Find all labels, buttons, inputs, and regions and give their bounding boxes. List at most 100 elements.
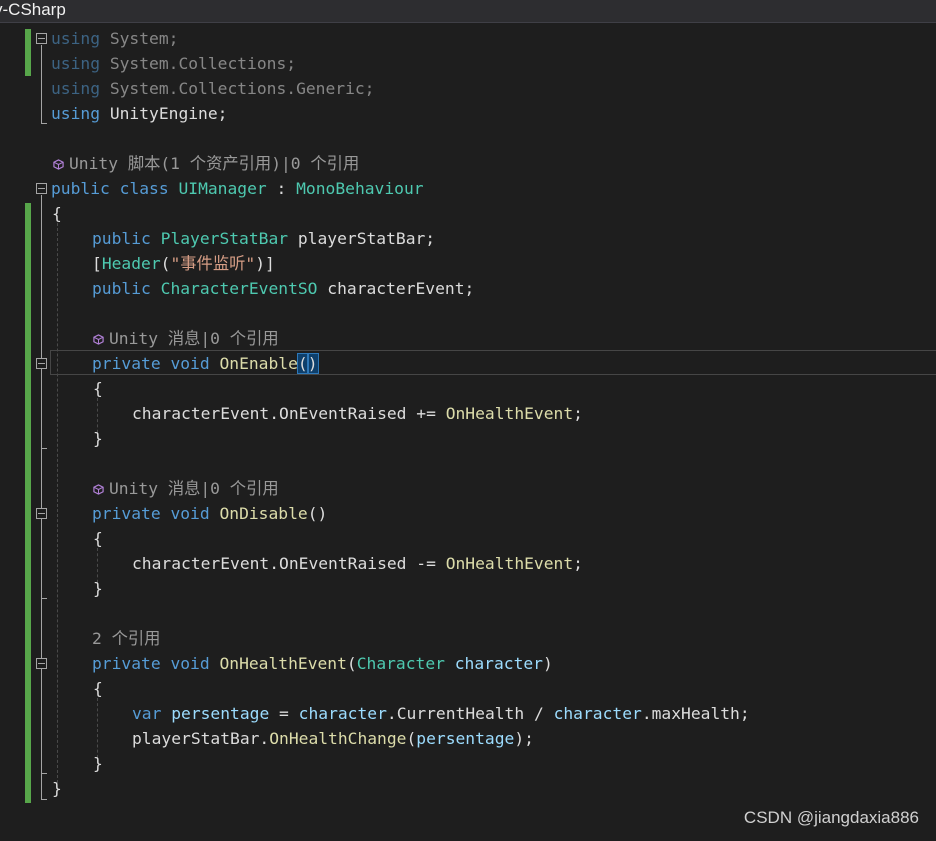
- token-keyword: public: [51, 179, 110, 198]
- token-parameter: character: [444, 654, 543, 673]
- token-keyword: void: [170, 654, 210, 673]
- token-string: "事件监听": [170, 254, 256, 273]
- token-keyword: var: [132, 704, 162, 723]
- code-line: }: [93, 751, 103, 776]
- csdn-watermark: CSDN @jiangdaxia886: [743, 808, 919, 827]
- token-keyword: private: [92, 654, 161, 673]
- token-type: CharacterEventSO: [160, 279, 318, 298]
- token-brace: }: [93, 754, 103, 773]
- code-line: private void OnEnable(): [92, 351, 319, 376]
- token-brace: }: [93, 579, 103, 598]
- token-keyword: private: [92, 504, 161, 523]
- token-keyword: using: [51, 29, 101, 48]
- codelens-text: Unity 消息|0 个引用: [109, 329, 279, 348]
- token-operator: -=: [406, 554, 446, 573]
- token-keyword: using: [51, 104, 101, 123]
- token-identifier: playerStatBar;: [288, 229, 436, 248]
- fold-guide-end: [41, 598, 47, 599]
- code-line: public PlayerStatBar playerStatBar;: [92, 226, 435, 251]
- token-punct: (): [307, 504, 328, 523]
- token-identifier: characterEvent;: [317, 279, 475, 298]
- fold-guide-line: [41, 45, 42, 123]
- token-keyword: using: [51, 79, 101, 98]
- token-type: PlayerStatBar: [160, 229, 289, 248]
- code-editor[interactable]: using System; using System.Collections; …: [0, 23, 936, 841]
- code-line: characterEvent.OnEventRaised += OnHealth…: [132, 401, 583, 426]
- code-line: using System;: [51, 26, 178, 51]
- token-punct: [: [92, 254, 102, 273]
- code-line: {: [52, 201, 62, 226]
- token-event: OnEventRaised: [279, 404, 407, 423]
- collapse-onenable-button[interactable]: [36, 358, 47, 369]
- token-namespace: System;: [109, 29, 179, 48]
- token-brace: {: [52, 204, 62, 223]
- token-punct: ;: [573, 404, 583, 423]
- token-local: persentage: [416, 729, 515, 748]
- token-punct: :: [266, 179, 297, 198]
- token-namespace: UnityEngine;: [109, 104, 228, 123]
- token-punct: (: [160, 254, 171, 273]
- code-line: }: [52, 776, 62, 801]
- token-keyword: private: [92, 354, 161, 373]
- token-method: OnEnable: [219, 354, 298, 373]
- token-punct: ): [542, 654, 553, 673]
- unity-cube-icon: [93, 334, 104, 345]
- collapse-class-button[interactable]: [36, 183, 47, 194]
- code-line: using System.Collections.Generic;: [51, 76, 375, 101]
- codelens-onhealthevent[interactable]: 2 个引用: [92, 626, 160, 651]
- token-punct: (: [406, 729, 417, 748]
- code-line: playerStatBar.OnHealthChange(persentage)…: [132, 726, 534, 751]
- codelens-text: Unity 消息|0 个引用: [109, 479, 279, 498]
- token-brace: }: [93, 429, 103, 448]
- code-line: using System.Collections;: [51, 51, 296, 76]
- code-line: [Header("事件监听")]: [92, 251, 275, 276]
- fold-guide-line: [41, 670, 42, 773]
- code-line: var persentage = character.CurrentHealth…: [132, 701, 750, 726]
- code-line: {: [93, 376, 103, 401]
- token-brace: {: [93, 379, 103, 398]
- token-identifier: playerStatBar.: [132, 729, 270, 748]
- codelens-text: 2 个引用: [92, 629, 161, 648]
- codelens-ondisable[interactable]: Unity 消息|0 个引用: [93, 476, 279, 501]
- fold-guide-line: [41, 370, 42, 448]
- token-paren-highlight: (: [296, 353, 309, 374]
- token-keyword: using: [51, 54, 101, 73]
- code-line: public class UIManager : MonoBehaviour: [51, 176, 424, 201]
- collapse-usings-button[interactable]: [36, 33, 47, 44]
- token-punct: ]: [265, 254, 275, 273]
- token-operator: =: [269, 704, 299, 723]
- token-method: OnHealthEvent: [445, 404, 574, 423]
- token-parameter: character: [553, 704, 642, 723]
- codelens-class[interactable]: Unity 脚本(1 个资产引用)|0 个引用: [53, 151, 359, 176]
- token-base-type: MonoBehaviour: [296, 179, 424, 198]
- code-line: {: [93, 676, 103, 701]
- token-method: OnHealthChange: [269, 729, 407, 748]
- fold-guide-end: [41, 123, 47, 124]
- change-indicator: [25, 203, 31, 803]
- fold-guide-end: [41, 773, 47, 774]
- fold-guide-end: [41, 448, 47, 449]
- document-tab-bar: y-CSharp: [0, 0, 936, 23]
- indent-guide: [57, 223, 58, 783]
- code-line: {: [93, 526, 103, 551]
- codelens-text: Unity 脚本(1 个资产引用)|0 个引用: [69, 154, 360, 173]
- code-line: }: [93, 576, 103, 601]
- token-brace: }: [52, 779, 62, 798]
- token-keyword: class: [119, 179, 169, 198]
- codelens-onenable[interactable]: Unity 消息|0 个引用: [93, 326, 279, 351]
- collapse-onhealthevent-button[interactable]: [36, 658, 47, 669]
- fold-guide-line: [41, 520, 42, 598]
- collapse-ondisable-button[interactable]: [36, 508, 47, 519]
- token-parameter: character: [298, 704, 387, 723]
- document-tab-title[interactable]: y-CSharp: [0, 0, 66, 21]
- token-punct: ): [255, 254, 265, 273]
- token-attribute: Header: [101, 254, 161, 273]
- code-line: using UnityEngine;: [51, 101, 227, 126]
- code-line: private void OnDisable(): [92, 501, 327, 526]
- code-line: private void OnHealthEvent(Character cha…: [92, 651, 553, 676]
- token-identifier: characterEvent.: [132, 404, 280, 423]
- token-type: Character: [356, 654, 445, 673]
- unity-cube-icon: [93, 484, 104, 495]
- token-identifier: characterEvent.: [132, 554, 280, 573]
- unity-cube-icon: [53, 159, 64, 170]
